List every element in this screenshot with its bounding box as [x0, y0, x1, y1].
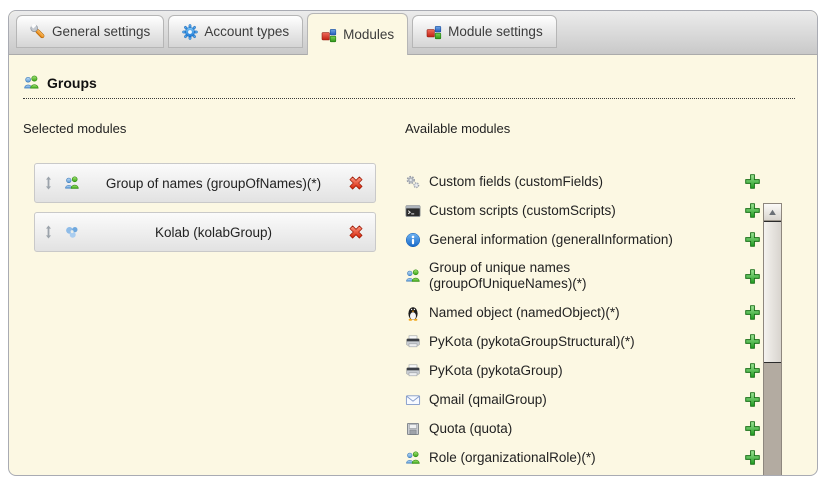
modules-icon: [426, 24, 442, 40]
available-module-row: Group of unique names (groupOfUniqueName…: [405, 260, 761, 292]
available-module-label: Custom scripts (customScripts): [429, 203, 736, 219]
gears-icon: [405, 174, 421, 190]
available-module-row: PyKota (pykotaGroup): [405, 362, 761, 379]
add-module-button[interactable]: [744, 391, 761, 408]
available-module-label: Named object (namedObject)(*): [429, 305, 736, 321]
available-module-label: Role (organizationalRole)(*): [429, 450, 736, 466]
tab-label: General settings: [52, 24, 150, 39]
available-module-row: Quota (quota): [405, 420, 761, 437]
printer-icon: [405, 334, 421, 350]
add-module-button[interactable]: [744, 333, 761, 350]
selected-module-row[interactable]: Kolab (kolabGroup): [34, 212, 376, 252]
available-module-row: Qmail (qmailGroup): [405, 391, 761, 408]
add-module-button[interactable]: [744, 420, 761, 437]
add-module-button[interactable]: [744, 231, 761, 248]
wrench-icon: [30, 24, 46, 40]
available-module-label: Qmail (qmailGroup): [429, 392, 736, 408]
available-module-label: General information (generalInformation): [429, 232, 736, 248]
tab-account-types[interactable]: Account types: [168, 15, 303, 48]
tab-general-settings[interactable]: General settings: [16, 15, 164, 48]
selected-module-row[interactable]: Group of names (groupOfNames)(*): [34, 163, 376, 203]
tab-module-settings[interactable]: Module settings: [412, 15, 557, 48]
selected-modules-list: Group of names (groupOfNames)(*) Kolab (k…: [23, 163, 383, 252]
remove-module-button[interactable]: [347, 223, 365, 241]
available-module-row: Custom scripts (customScripts): [405, 202, 761, 219]
quota-icon: [405, 421, 421, 437]
available-module-label: PyKota (pykotaGroup): [429, 363, 736, 379]
selected-modules-heading: Selected modules: [23, 121, 383, 137]
drag-handle-icon[interactable]: [44, 176, 53, 190]
scrollbar-thumb[interactable]: [764, 221, 781, 363]
scroll-up-button[interactable]: [764, 204, 781, 221]
selected-module-label: Group of names (groupOfNames)(*): [80, 176, 347, 191]
add-module-button[interactable]: [744, 202, 761, 219]
available-module-label: Group of unique names (groupOfUniqueName…: [429, 260, 736, 292]
tab-bar: General settings Account types Modules Modu…: [9, 11, 817, 55]
available-module-label: Quota (quota): [429, 421, 736, 437]
available-modules-heading: Available modules: [405, 121, 761, 137]
available-module-row: Role (organizationalRole)(*): [405, 449, 761, 466]
available-modules-list: Custom fields (customFields) Custom scrip…: [405, 173, 761, 466]
group-icon: [405, 450, 421, 466]
remove-module-button[interactable]: [347, 174, 365, 192]
tab-label: Account types: [204, 24, 289, 39]
module-columns: Selected modules Group of names (groupOf…: [23, 121, 761, 476]
groups-section-heading: Groups: [23, 74, 795, 99]
available-modules-scrollbar[interactable]: [763, 203, 782, 476]
group-icon: [64, 175, 80, 191]
selected-modules-column: Selected modules Group of names (groupOf…: [23, 121, 383, 476]
kolab-icon: [64, 224, 80, 240]
settings-window: General settings Account types Modules Modu…: [8, 10, 818, 476]
available-module-row: General information (generalInformation): [405, 231, 761, 248]
printer-icon: [405, 363, 421, 379]
add-module-button[interactable]: [744, 268, 761, 285]
drag-handle-icon[interactable]: [44, 225, 53, 239]
tab-label: Modules: [343, 27, 394, 42]
tab-label: Module settings: [448, 24, 543, 39]
available-module-label: Custom fields (customFields): [429, 174, 736, 190]
triangle-up-icon: [768, 208, 777, 217]
available-modules-column: Available modules Custom fields (customF…: [405, 121, 761, 476]
terminal-icon: [405, 203, 421, 219]
group-icon: [405, 268, 421, 284]
add-module-button[interactable]: [744, 304, 761, 321]
mail-icon: [405, 392, 421, 408]
gear-icon: [182, 24, 198, 40]
add-module-button[interactable]: [744, 449, 761, 466]
tab-modules[interactable]: Modules: [307, 13, 408, 55]
available-module-label: PyKota (pykotaGroupStructural)(*): [429, 334, 736, 350]
group-icon: [23, 74, 40, 91]
available-module-row: Custom fields (customFields): [405, 173, 761, 190]
selected-module-label: Kolab (kolabGroup): [80, 225, 347, 240]
add-module-button[interactable]: [744, 362, 761, 379]
groups-section-title: Groups: [47, 75, 97, 91]
modules-tab-content: Groups Selected modules Group of names (…: [9, 55, 817, 475]
add-module-button[interactable]: [744, 173, 761, 190]
info-icon: [405, 232, 421, 248]
available-module-row: PyKota (pykotaGroupStructural)(*): [405, 333, 761, 350]
penguin-icon: [405, 305, 421, 321]
modules-icon: [321, 27, 337, 43]
available-module-row: Named object (namedObject)(*): [405, 304, 761, 321]
